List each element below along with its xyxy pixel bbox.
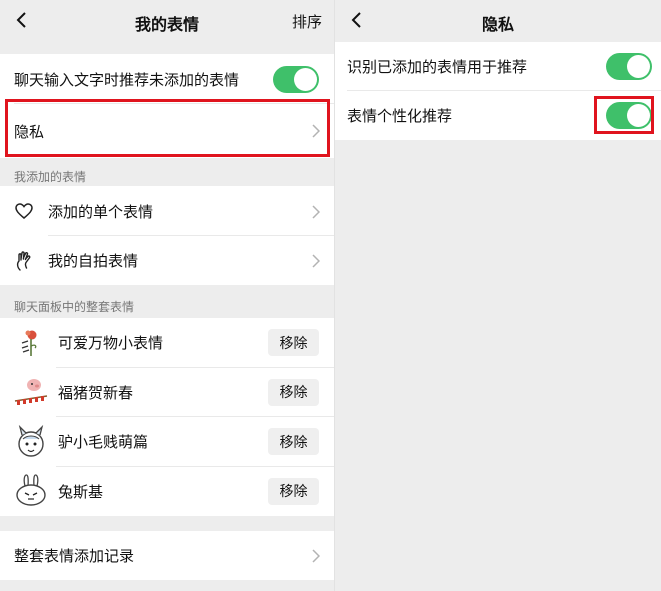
- remove-button[interactable]: 移除: [268, 329, 319, 356]
- sticker-set-name: 兔斯基: [58, 482, 104, 501]
- page-title: 隐私: [481, 15, 514, 34]
- my-added-section-title: 我添加的表情: [14, 170, 87, 184]
- page-title: 我的表情: [134, 15, 199, 34]
- rabbit-sticker-thumbnail: [16, 474, 46, 506]
- history-card: 整套表情添加记录: [0, 531, 334, 580]
- remove-button[interactable]: 移除: [268, 428, 319, 455]
- chevron-right-icon: [312, 254, 320, 268]
- recognize-added-row: 识别已添加的表情用于推荐: [335, 42, 661, 91]
- privacy-screen: 隐私 识别已添加的表情用于推荐 表情个性化推荐: [334, 0, 661, 591]
- selfie-stickers-label: 我的自拍表情: [48, 252, 139, 270]
- sticker-set-row[interactable]: 福猪贺新春 移除: [0, 368, 334, 417]
- sticker-history-row[interactable]: 整套表情添加记录: [0, 531, 334, 580]
- pig-sticker-thumbnail: [14, 379, 48, 406]
- heart-icon: [15, 203, 33, 219]
- nav-bar: 我的表情 排序: [0, 0, 334, 42]
- toggle-knob: [294, 68, 317, 91]
- remove-button[interactable]: 移除: [268, 477, 319, 505]
- recommend-unadded-label: 聊天输入文字时推荐未添加的表情: [14, 70, 240, 89]
- sticker-set-row[interactable]: 可爱万物小表情 移除: [0, 318, 334, 368]
- toggle-knob: [627, 55, 650, 78]
- sticker-set-row[interactable]: 兔斯基 移除: [0, 467, 334, 517]
- recognize-added-label: 识别已添加的表情用于推荐: [347, 58, 528, 76]
- personalized-label: 表情个性化推荐: [347, 107, 453, 125]
- my-stickers-screen: 我的表情 排序 聊天输入文字时推荐未添加的表情 隐私 我添加的表情 添加的单个表…: [0, 0, 334, 591]
- hand-icon: [16, 250, 31, 271]
- sort-button[interactable]: 排序: [292, 11, 322, 32]
- my-added-card: 添加的单个表情 我的自拍表情: [0, 186, 334, 285]
- sticker-sets-card: 可爱万物小表情 移除 福猪贺新春 移除 驴小毛贱萌篇 移除 兔斯基 移除: [0, 318, 334, 516]
- sticker-set-name: 可爱万物小表情: [58, 334, 164, 353]
- remove-button[interactable]: 移除: [268, 378, 319, 406]
- sticker-set-row[interactable]: 驴小毛贱萌篇 移除: [0, 417, 334, 467]
- sticker-set-name: 驴小毛贱萌篇: [58, 433, 149, 452]
- sticker-set-name: 福猪贺新春: [58, 383, 134, 402]
- chevron-right-icon: [312, 549, 320, 563]
- recommend-unadded-row: 聊天输入文字时推荐未添加的表情: [0, 54, 334, 104]
- nav-bar: 隐私: [335, 0, 661, 42]
- donkey-sticker-thumbnail: [18, 424, 44, 457]
- recommend-unadded-toggle[interactable]: [273, 66, 319, 93]
- recognize-added-toggle[interactable]: [606, 53, 652, 80]
- single-stickers-row[interactable]: 添加的单个表情: [0, 186, 334, 236]
- privacy-highlight-box: [5, 99, 330, 157]
- selfie-stickers-row[interactable]: 我的自拍表情: [0, 236, 334, 285]
- panel-section-title: 聊天面板中的整套表情: [14, 300, 135, 314]
- single-stickers-label: 添加的单个表情: [48, 202, 154, 221]
- toggle-highlight-box: [594, 96, 654, 134]
- flower-sticker-thumbnail: [21, 330, 37, 356]
- sticker-history-label: 整套表情添加记录: [14, 547, 135, 565]
- chevron-right-icon: [312, 205, 320, 219]
